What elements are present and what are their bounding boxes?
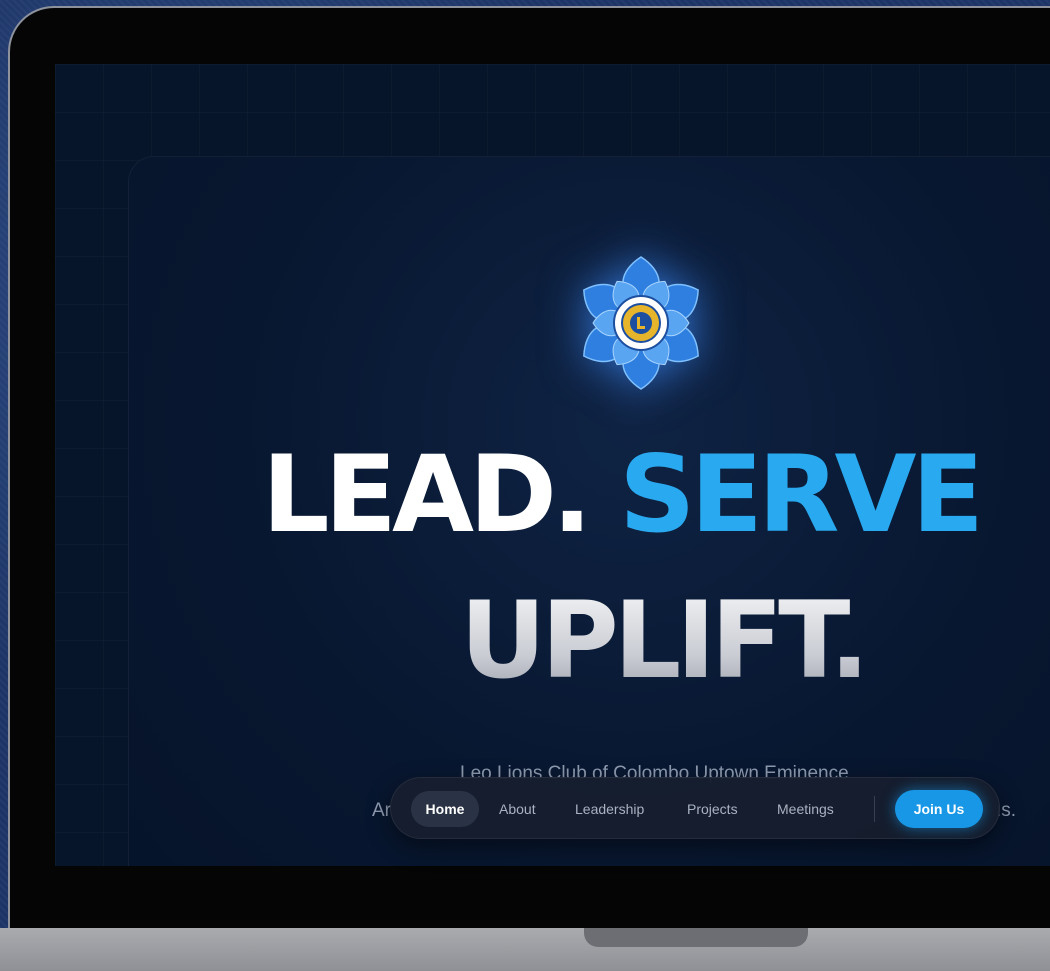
nav-item-leadership[interactable]: Leadership (575, 791, 644, 827)
nav-item-projects[interactable]: Projects (687, 791, 738, 827)
join-us-button[interactable]: Join Us (895, 790, 983, 828)
nav-divider (874, 796, 875, 822)
headline-word-uplift: UPLIFT. (460, 566, 870, 716)
tagline-fragment-left: Ar (372, 800, 391, 821)
nav-item-about[interactable]: About (499, 791, 536, 827)
floating-navbar: Home About Leadership Projects Meetings … (390, 777, 1000, 839)
laptop-notch (584, 928, 808, 947)
nav-item-meetings[interactable]: Meetings (777, 791, 834, 827)
headline-word-serve: SERVE (619, 433, 984, 556)
headline-word-lead: LEAD. (262, 433, 592, 556)
leo-lions-club-logo-icon (583, 256, 699, 390)
nav-item-home[interactable]: Home (411, 791, 479, 827)
laptop-base (0, 928, 1050, 971)
